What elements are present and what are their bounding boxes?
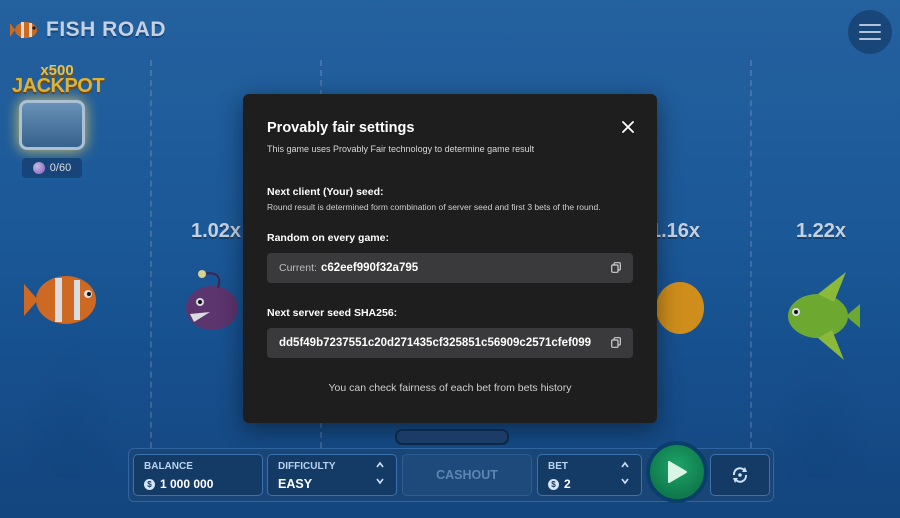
cashout-button[interactable]: CASHOUT: [402, 454, 532, 496]
dollar-coin-icon: $: [548, 478, 559, 490]
play-icon: [668, 461, 687, 483]
bet-label: BET: [548, 461, 568, 472]
server-seed-field[interactable]: dd5f49b7237551c20d271435cf325851c56909c2…: [267, 328, 633, 358]
client-seed-value: c62eef990f32a795: [320, 262, 419, 274]
random-every-game-title: Random on every game:: [267, 232, 389, 244]
balance-panel: BALANCE $ 1 000 000: [133, 454, 263, 496]
modal-title: Provably fair settings: [267, 120, 415, 136]
play-button[interactable]: [646, 441, 708, 503]
balance-label: BALANCE: [144, 461, 193, 472]
progress-tube: [395, 429, 509, 445]
fairness-footer-text: You can check fairness of each bet from …: [328, 382, 572, 394]
client-seed-description: Round result is determined form combinat…: [267, 202, 601, 212]
difficulty-value: EASY: [278, 477, 313, 491]
chevron-up-icon[interactable]: [376, 461, 384, 469]
copy-icon[interactable]: [611, 337, 621, 348]
difficulty-arrows: [376, 461, 384, 485]
client-seed-title: Next client (Your) seed:: [267, 186, 384, 198]
bet-arrows: [621, 461, 629, 485]
autoplay-icon: [732, 467, 748, 483]
difficulty-selector[interactable]: DIFFICULTY EASY: [267, 454, 397, 496]
balance-display: $ 1 000 000: [144, 477, 213, 491]
current-label: Current:: [279, 262, 317, 274]
client-seed-field[interactable]: Current: c62eef990f32a795: [267, 253, 633, 283]
server-seed-value: dd5f49b7237551c20d271435cf325851c56909c2…: [279, 337, 592, 349]
chevron-down-icon[interactable]: [376, 477, 384, 485]
close-icon[interactable]: [621, 120, 635, 134]
server-seed-title: Next server seed SHA256:: [267, 307, 398, 319]
dollar-coin-icon: $: [144, 478, 155, 490]
chevron-down-icon[interactable]: [621, 477, 629, 485]
modal-subtitle: This game uses Provably Fair technology …: [267, 144, 535, 154]
bet-selector[interactable]: BET $ 2: [537, 454, 642, 496]
chevron-up-icon[interactable]: [621, 461, 629, 469]
bet-display: $ 2: [548, 477, 571, 491]
difficulty-label: DIFFICULTY: [278, 461, 336, 472]
copy-icon[interactable]: [611, 262, 621, 273]
bet-value: 2: [564, 477, 571, 491]
autoplay-button[interactable]: [710, 454, 770, 496]
provably-fair-modal: Provably fair settings This game uses Pr…: [243, 94, 657, 423]
balance-value: 1 000 000: [160, 477, 214, 491]
